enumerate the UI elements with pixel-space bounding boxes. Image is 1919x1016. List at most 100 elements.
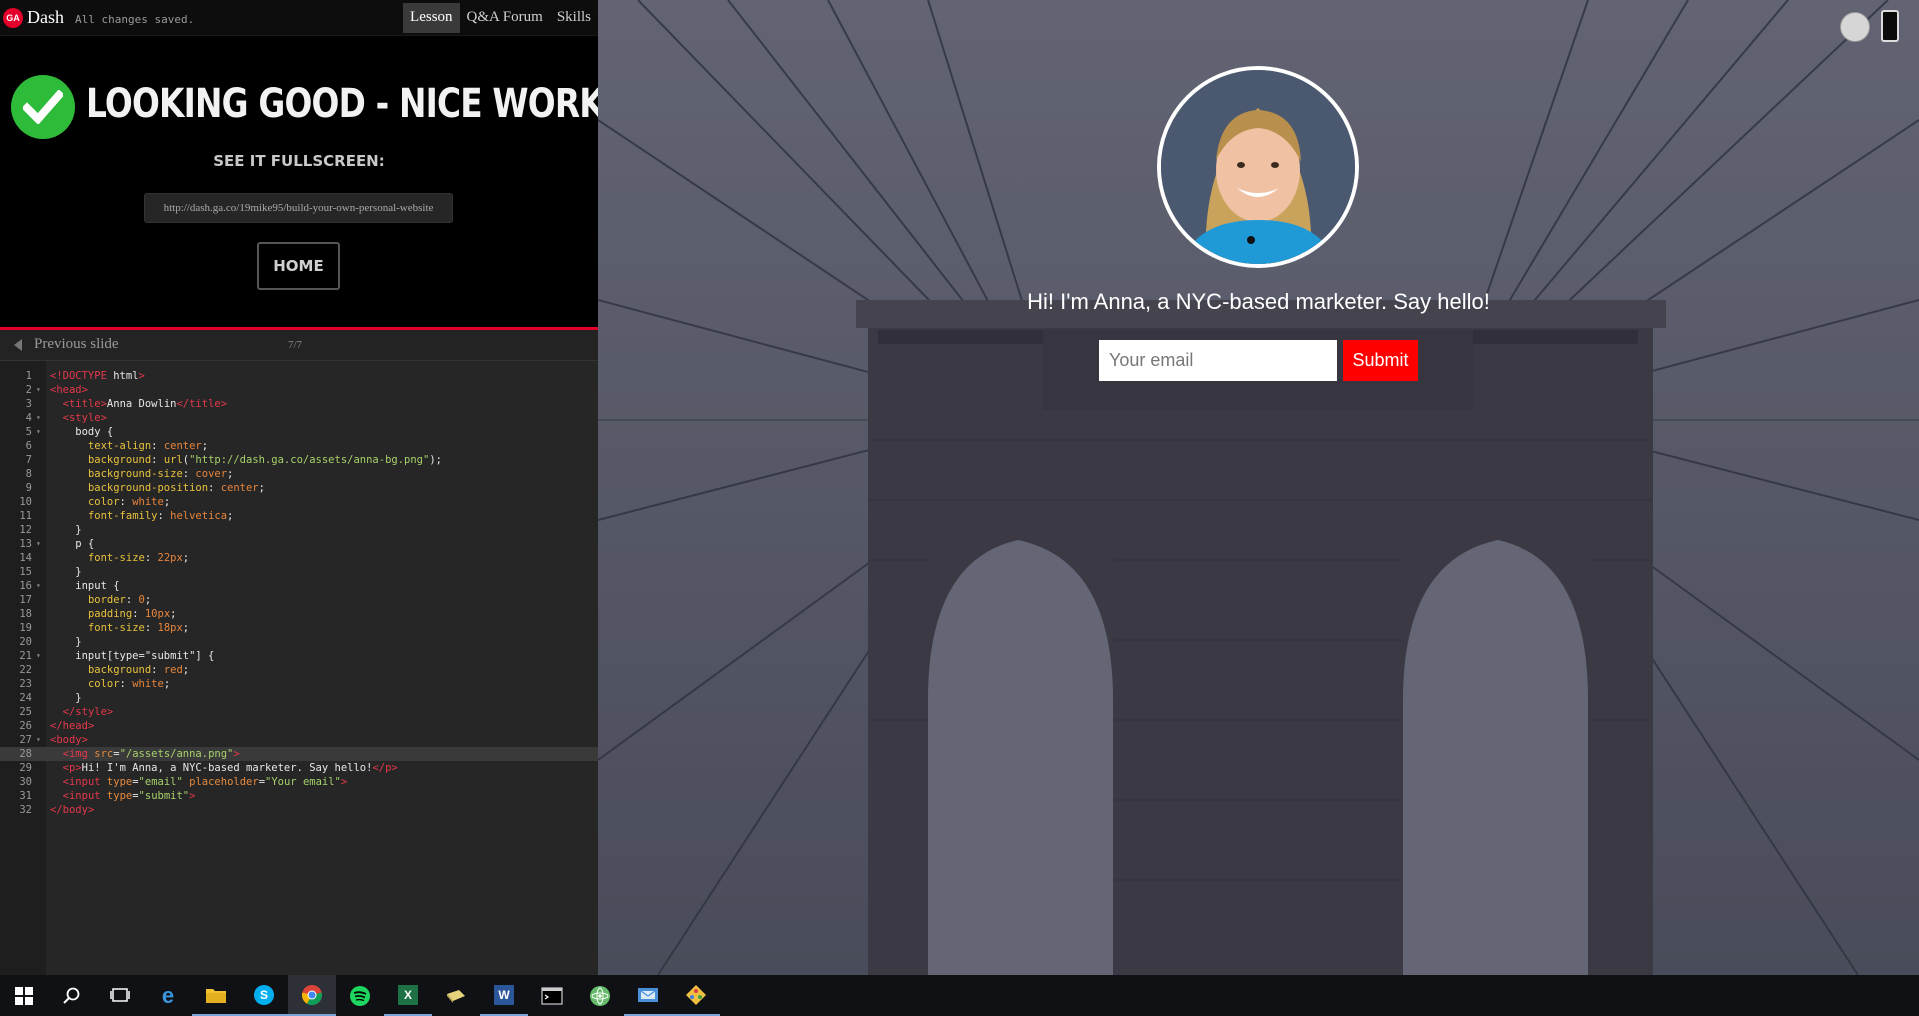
line-number: 2 (25, 384, 32, 396)
home-button[interactable]: HOME (257, 242, 340, 290)
spotify-button[interactable] (336, 975, 384, 1016)
tab-qa-forum[interactable]: Q&A Forum (460, 3, 550, 33)
code-line[interactable]: 9 background-position: center; (0, 481, 598, 495)
line-number: 5 (25, 426, 32, 438)
notes-icon (447, 989, 465, 1003)
submit-button[interactable]: Submit (1343, 340, 1418, 381)
line-number: 25 (19, 706, 32, 718)
skype-button[interactable]: S (240, 975, 288, 1016)
notes-button[interactable] (432, 975, 480, 1016)
line-number: 13 (19, 538, 32, 550)
code-line[interactable]: 28 <img src="/assets/anna.png"> (0, 747, 598, 761)
nav-tabs: Lesson Q&A Forum Skills (403, 3, 598, 33)
code-text: <img src="/assets/anna.png"> (62, 748, 240, 760)
line-number: 30 (19, 776, 32, 788)
code-line[interactable]: 4 ▾ <style> (0, 411, 598, 425)
code-line[interactable]: 1 <!DOCTYPE html> (0, 369, 598, 383)
code-line[interactable]: 25 </style> (0, 705, 598, 719)
atom-button[interactable] (576, 975, 624, 1016)
line-number: 10 (19, 496, 32, 508)
file-explorer-button[interactable] (192, 975, 240, 1016)
code-line[interactable]: 19 font-size: 18px; (0, 621, 598, 635)
code-line[interactable]: 8 background-size: cover; (0, 467, 598, 481)
app-name[interactable]: Dash (27, 7, 64, 28)
code-line[interactable]: 20 } (0, 635, 598, 649)
code-text: background-position: center; (87, 482, 265, 494)
outlook-button[interactable] (624, 975, 672, 1016)
word-button[interactable]: W (480, 975, 528, 1016)
line-number: 9 (25, 482, 32, 494)
excel-button[interactable]: X (384, 975, 432, 1016)
previous-slide-link[interactable]: Previous slide (34, 336, 119, 353)
code-line[interactable]: 2 ▾ <head> (0, 383, 598, 397)
tab-skills[interactable]: Skills (550, 3, 598, 33)
code-text: <head> (50, 384, 88, 396)
code-line[interactable]: 23 color: white; (0, 677, 598, 691)
code-line[interactable]: 3 <title>Anna Dowlin</title> (0, 397, 598, 411)
terminal-icon (541, 986, 563, 1005)
atom-icon (590, 985, 610, 1006)
code-line[interactable]: 17 border: 0; (0, 593, 598, 607)
git-button[interactable] (672, 975, 720, 1016)
code-text: border: 0; (87, 594, 152, 606)
code-line[interactable]: 12 } (0, 523, 598, 537)
line-number: 7 (25, 454, 32, 466)
search-button[interactable] (48, 975, 96, 1016)
fold-arrow-icon[interactable]: ▾ (36, 425, 41, 439)
terminal-button[interactable] (528, 975, 576, 1016)
code-line[interactable]: 10 color: white; (0, 495, 598, 509)
code-line[interactable]: 16 ▾ input { (0, 579, 598, 593)
code-line[interactable]: 24 } (0, 691, 598, 705)
code-editor[interactable]: 1 <!DOCTYPE html> 2 ▾ <head> 3 <title>Anna Do… (0, 360, 598, 976)
line-number: 16 (19, 580, 32, 592)
mobile-view-icon[interactable] (1881, 10, 1899, 42)
code-line[interactable]: 13 ▾ p { (0, 537, 598, 551)
line-number: 1 (25, 370, 32, 382)
code-line[interactable]: 29 <p>Hi! I'm Anna, a NYC-based marketer… (0, 761, 598, 775)
chevron-left-icon[interactable] (14, 339, 22, 351)
chrome-button[interactable] (288, 975, 336, 1016)
code-line[interactable]: 32 </body> (0, 803, 598, 817)
code-line[interactable]: 14 font-size: 22px; (0, 551, 598, 565)
fold-arrow-icon[interactable]: ▾ (36, 649, 41, 663)
code-line[interactable]: 27 ▾ <body> (0, 733, 598, 747)
line-number: 19 (19, 622, 32, 634)
tab-lesson[interactable]: Lesson (403, 3, 460, 33)
code-text: <body> (50, 734, 88, 746)
fold-arrow-icon[interactable]: ▾ (36, 733, 41, 747)
fold-arrow-icon[interactable]: ▾ (36, 383, 41, 397)
edge-button[interactable]: e (144, 975, 192, 1016)
code-line[interactable]: 5 ▾ body { (0, 425, 598, 439)
line-number: 24 (19, 692, 32, 704)
fold-arrow-icon[interactable]: ▾ (36, 579, 41, 593)
code-line[interactable]: 6 text-align: center; (0, 439, 598, 453)
code-line[interactable]: 15 } (0, 565, 598, 579)
code-text: color: white; (87, 678, 171, 690)
slide-navigation: Previous slide 7/7 (0, 330, 598, 360)
share-url-field[interactable]: http://dash.ga.co/19mike95/build-your-ow… (144, 193, 453, 223)
code-line[interactable]: 7 background: url("http://dash.ga.co/ass… (0, 453, 598, 467)
email-field[interactable] (1099, 340, 1337, 381)
code-text: } (50, 566, 82, 578)
fold-arrow-icon[interactable]: ▾ (36, 537, 41, 551)
start-button[interactable] (0, 975, 48, 1016)
code-line[interactable]: 22 background: red; (0, 663, 598, 677)
code-text: <style> (62, 412, 107, 424)
code-line[interactable]: 21 ▾ input[type="submit"] { (0, 649, 598, 663)
line-number: 3 (25, 398, 32, 410)
line-number: 14 (19, 552, 32, 564)
code-line[interactable]: 18 padding: 10px; (0, 607, 598, 621)
code-line[interactable]: 30 <input type="email" placeholder="Your… (0, 775, 598, 789)
code-line[interactable]: 11 font-family: helvetica; (0, 509, 598, 523)
ga-logo-icon[interactable]: GA (3, 8, 23, 28)
folder-icon (206, 988, 226, 1003)
task-view-button[interactable] (96, 975, 144, 1016)
code-line[interactable]: 26 </head> (0, 719, 598, 733)
edge-icon: e (161, 982, 175, 1008)
code-line[interactable]: 31 <input type="submit"> (0, 789, 598, 803)
code-text: } (50, 692, 82, 704)
desktop-view-toggle[interactable] (1840, 12, 1870, 42)
line-number: 26 (19, 720, 32, 732)
line-number: 11 (19, 510, 32, 522)
fold-arrow-icon[interactable]: ▾ (36, 411, 41, 425)
